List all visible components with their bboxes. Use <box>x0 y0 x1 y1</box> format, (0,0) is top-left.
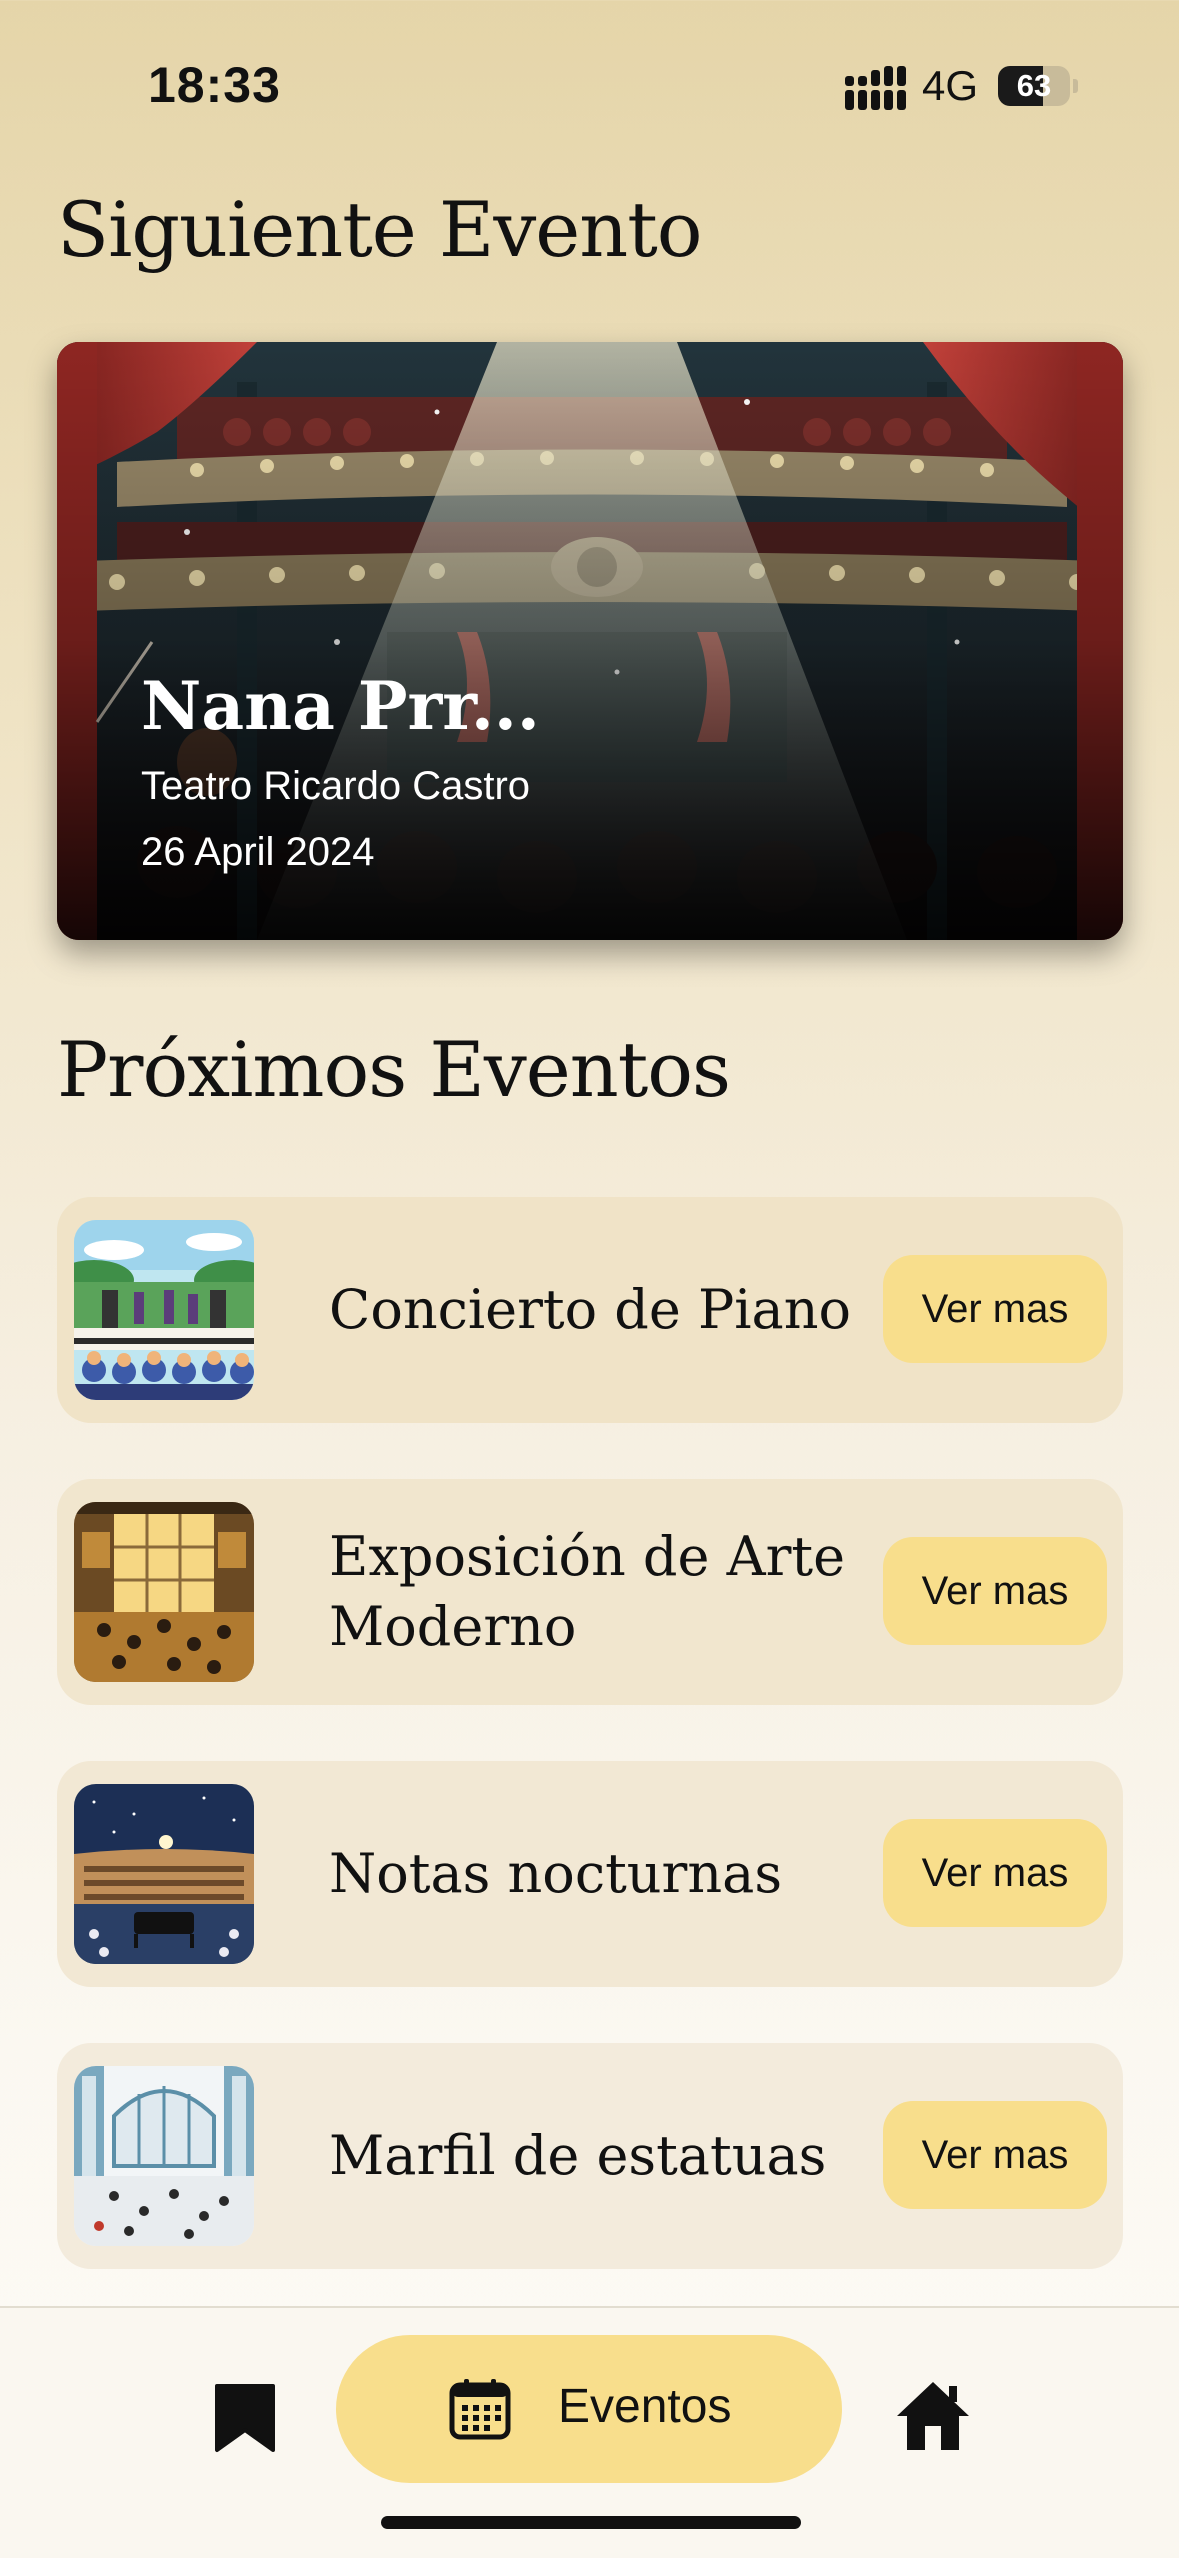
calendar-icon <box>449 2379 511 2440</box>
battery-icon: 63 <box>998 66 1078 106</box>
signal-icon <box>845 66 906 110</box>
status-bar: 18:33 4G 63 <box>0 0 1179 170</box>
event-thumbnail <box>74 2066 254 2246</box>
status-time: 18:33 <box>148 57 281 113</box>
event-name: Exposición de Arte Moderno <box>329 1525 846 1658</box>
event-card[interactable]: Exposición de Arte Moderno Ver mas <box>57 1479 1123 1705</box>
event-name: Concierto de Piano <box>329 1278 852 1341</box>
event-name: Marfil de estatuas <box>329 2124 827 2187</box>
next-event-heading: Siguiente Evento <box>57 185 703 274</box>
next-event-title: Nana Prr... <box>141 667 540 745</box>
battery-percent: 63 <box>1016 68 1052 103</box>
next-event-date: 26 April 2024 <box>141 830 375 874</box>
network-label: 4G <box>922 62 979 109</box>
event-thumbnail <box>74 1220 254 1400</box>
ver-mas-button[interactable]: Ver mas <box>883 1255 1107 1363</box>
next-event-venue: Teatro Ricardo Castro <box>141 764 531 808</box>
home-icon[interactable] <box>893 2376 973 2456</box>
nav-tab-eventos[interactable]: Eventos <box>336 2335 842 2483</box>
nav-tab-label: Eventos <box>558 2380 732 2433</box>
event-thumbnail <box>74 1502 254 1682</box>
ver-mas-button[interactable]: Ver mas <box>883 2101 1107 2209</box>
event-thumbnail <box>74 1784 254 1964</box>
event-card[interactable]: Notas nocturnas Ver mas <box>57 1761 1123 1987</box>
event-name: Notas nocturnas <box>329 1842 783 1905</box>
event-card[interactable]: Marfil de estatuas Ver mas <box>57 2043 1123 2269</box>
bookmark-icon[interactable] <box>205 2378 285 2458</box>
ver-mas-button[interactable]: Ver mas <box>883 1537 1107 1645</box>
ver-mas-button[interactable]: Ver mas <box>883 1819 1107 1927</box>
event-card[interactable]: Concierto de Piano Ver mas <box>57 1197 1123 1423</box>
next-event-card[interactable]: Nana Prr... Teatro Ricardo Castro 26 Apr… <box>57 342 1123 940</box>
home-indicator <box>381 2516 801 2529</box>
upcoming-events-heading: Próximos Eventos <box>57 1025 731 1114</box>
